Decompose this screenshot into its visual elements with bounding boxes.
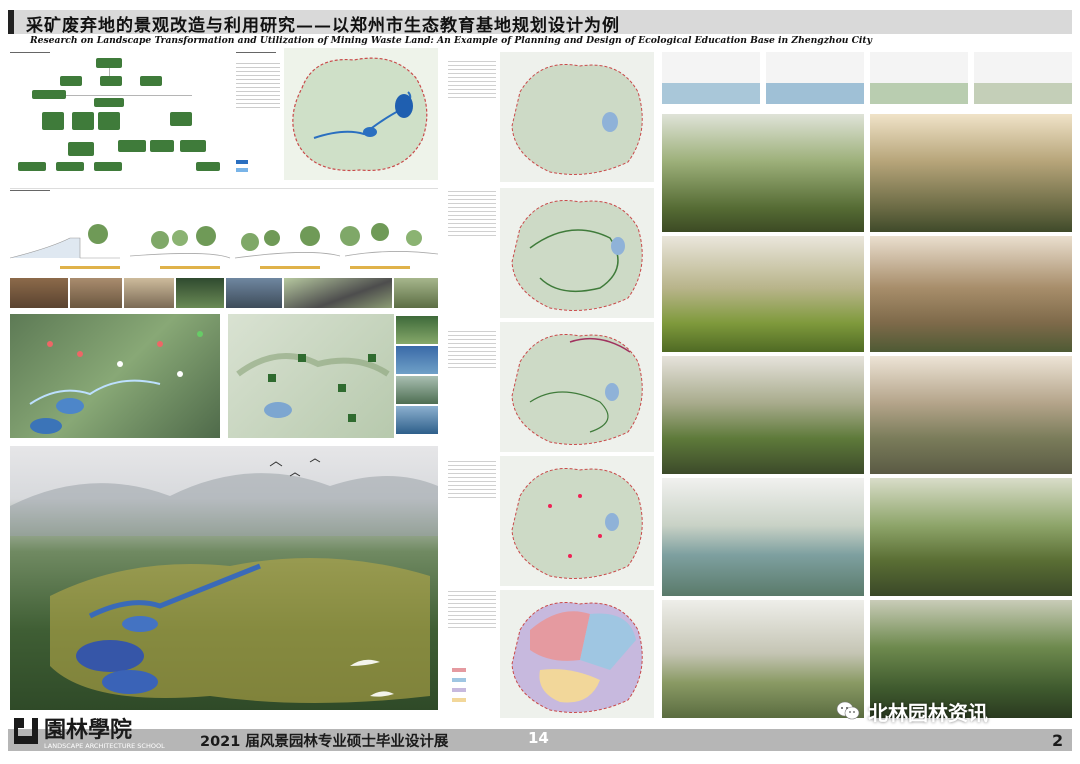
- rendering-marsh: [662, 600, 864, 718]
- wechat-icon: [836, 701, 860, 720]
- exhibition-title: 2021 届风景园林专业硕士毕业设计展: [200, 734, 449, 750]
- node-photo: [396, 376, 438, 404]
- panel-number: 14: [528, 729, 549, 747]
- legend-swatch: [452, 688, 466, 692]
- flowchart-node: [100, 76, 122, 86]
- rendering-wetland: [662, 478, 864, 596]
- flowchart-node: [98, 112, 120, 130]
- site-analysis-panel: [232, 48, 438, 180]
- plan-map-5-zoning: [500, 590, 654, 718]
- legend-swatch: [452, 678, 466, 682]
- legend-swatch: [452, 698, 466, 702]
- rendering-gravel-path: [870, 356, 1072, 474]
- elevation-sketch: [870, 52, 968, 104]
- site-photo: [124, 278, 174, 308]
- site-photo: [394, 278, 438, 308]
- flowchart-node: [32, 90, 66, 99]
- flowchart-node: [118, 140, 146, 152]
- rendering-forest-path: [662, 114, 864, 232]
- elevation-sketch: [766, 52, 864, 104]
- section-diagrams-panel: [10, 186, 438, 276]
- site-photo: [10, 278, 68, 308]
- text-block: [236, 60, 280, 108]
- node-photo: [396, 316, 438, 344]
- plan-map-1: [500, 52, 654, 182]
- text-block: [448, 588, 496, 628]
- section-illustrations: [10, 198, 438, 276]
- flowchart-node: [72, 112, 94, 130]
- node-map: [228, 314, 394, 438]
- activity-map: [10, 314, 220, 438]
- site-photo: [226, 278, 282, 308]
- rendering-field: [662, 236, 864, 352]
- flowchart-node: [140, 76, 162, 86]
- site-photo: [176, 278, 224, 308]
- plan-map-3: [500, 322, 654, 452]
- site-photo-strip: [10, 278, 438, 308]
- page-number: 2: [1052, 731, 1064, 750]
- water-system-map: [284, 48, 438, 180]
- flowchart-node: [68, 142, 94, 156]
- elevation-sketch: [662, 52, 760, 104]
- text-block: [448, 458, 496, 498]
- flowchart-node: [94, 162, 122, 171]
- legend-swatch: [236, 168, 248, 172]
- flowchart-node: [170, 112, 192, 126]
- flowchart-node: [56, 162, 84, 171]
- plan-map-4: [500, 456, 654, 586]
- watermark-text: 北林园林资讯: [868, 701, 988, 725]
- flowchart-node: [150, 140, 174, 152]
- site-photo: [284, 278, 392, 308]
- school-logo-text: 園林學院: [44, 717, 133, 743]
- rendering-farm: [662, 356, 864, 474]
- birdseye-view: [10, 446, 438, 710]
- flowchart-node: [18, 162, 46, 171]
- page-title: 采矿废弃地的景观改造与利用研究——以郑州市生态教育基地规划设计为例: [26, 16, 620, 36]
- node-photos: [396, 316, 438, 436]
- legend-swatch: [452, 668, 466, 672]
- flowchart-node: [42, 112, 64, 130]
- flowchart-panel: [10, 48, 222, 180]
- flowchart-node: [196, 162, 220, 171]
- rendering-boardwalk: [870, 114, 1072, 232]
- elevation-sketch: [974, 52, 1072, 104]
- text-block: [448, 188, 496, 238]
- rendering-structure: [870, 236, 1072, 352]
- school-logo-icon: [14, 718, 38, 744]
- flowchart-heading-bar: [10, 52, 50, 53]
- legend-swatch: [236, 160, 248, 164]
- site-photo: [70, 278, 122, 308]
- flowchart-node: [180, 140, 206, 152]
- node-photo: [396, 346, 438, 374]
- text-block: [448, 58, 496, 98]
- school-logo-en: LANDSCAPE ARCHITECTURE SCHOOL: [44, 742, 165, 750]
- analysis-text-column: [446, 48, 498, 718]
- elevation-sketches: [662, 52, 1072, 104]
- flowchart-node: [94, 98, 124, 107]
- text-block: [448, 328, 496, 368]
- page-subtitle-en: Research on Landscape Transformation and…: [30, 35, 872, 46]
- flowchart-node: [60, 76, 82, 86]
- plan-map-2: [500, 188, 654, 318]
- flowchart-node: [96, 58, 122, 68]
- title-accent-bar: [8, 10, 14, 34]
- node-photo: [396, 406, 438, 434]
- rendering-trail: [870, 478, 1072, 596]
